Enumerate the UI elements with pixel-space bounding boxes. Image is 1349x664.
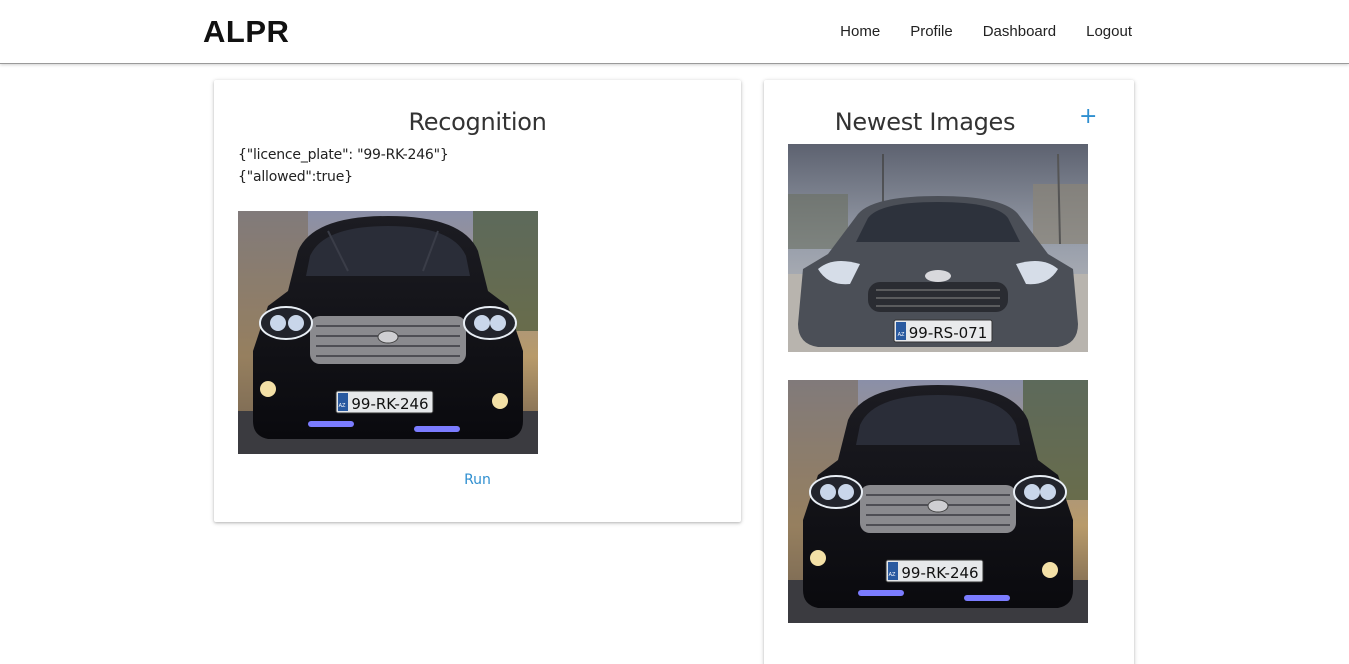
recognition-plate-text: 99-RK-246 (351, 395, 428, 413)
nav-profile-link[interactable]: Profile (910, 23, 953, 40)
nav-logout-link[interactable]: Logout (1086, 23, 1132, 40)
newest-1-plate-prefix: AZ (898, 332, 905, 338)
newest-images-card: Newest Images + AZ 99-RS-071 AZ 99-RK-24… (764, 80, 1134, 664)
newest-2-plate-text: 99-RK-246 (901, 564, 978, 582)
nav-dashboard-link[interactable]: Dashboard (983, 23, 1056, 40)
newest-1-plate-text: 99-RS-071 (909, 324, 988, 342)
nav-home-link[interactable]: Home (840, 23, 880, 40)
run-button[interactable]: Run (214, 472, 741, 488)
recognition-title: Recognition (408, 108, 547, 136)
recognition-result-plate: {"licence_plate": "99-RK-246"} (238, 147, 449, 163)
newest-images-title: Newest Images (834, 108, 1016, 136)
recognition-car-image: AZ 99-RK-246 (238, 211, 538, 454)
add-image-button[interactable]: + (1079, 106, 1097, 128)
newest-image-2[interactable]: AZ 99-RK-246 (788, 380, 1088, 623)
recognition-result-allowed: {"allowed":true} (238, 169, 353, 185)
newest-2-plate-prefix: AZ (889, 572, 896, 578)
newest-image-1[interactable]: AZ 99-RS-071 (788, 144, 1088, 352)
recognition-plate-prefix: AZ (339, 403, 346, 409)
nav-links: Home Profile Dashboard Logout (840, 23, 1132, 40)
recognition-card: Recognition {"licence_plate": "99-RK-246… (214, 80, 741, 522)
brand-logo[interactable]: ALPR (203, 14, 289, 50)
top-navbar: ALPR Home Profile Dashboard Logout (0, 0, 1349, 64)
